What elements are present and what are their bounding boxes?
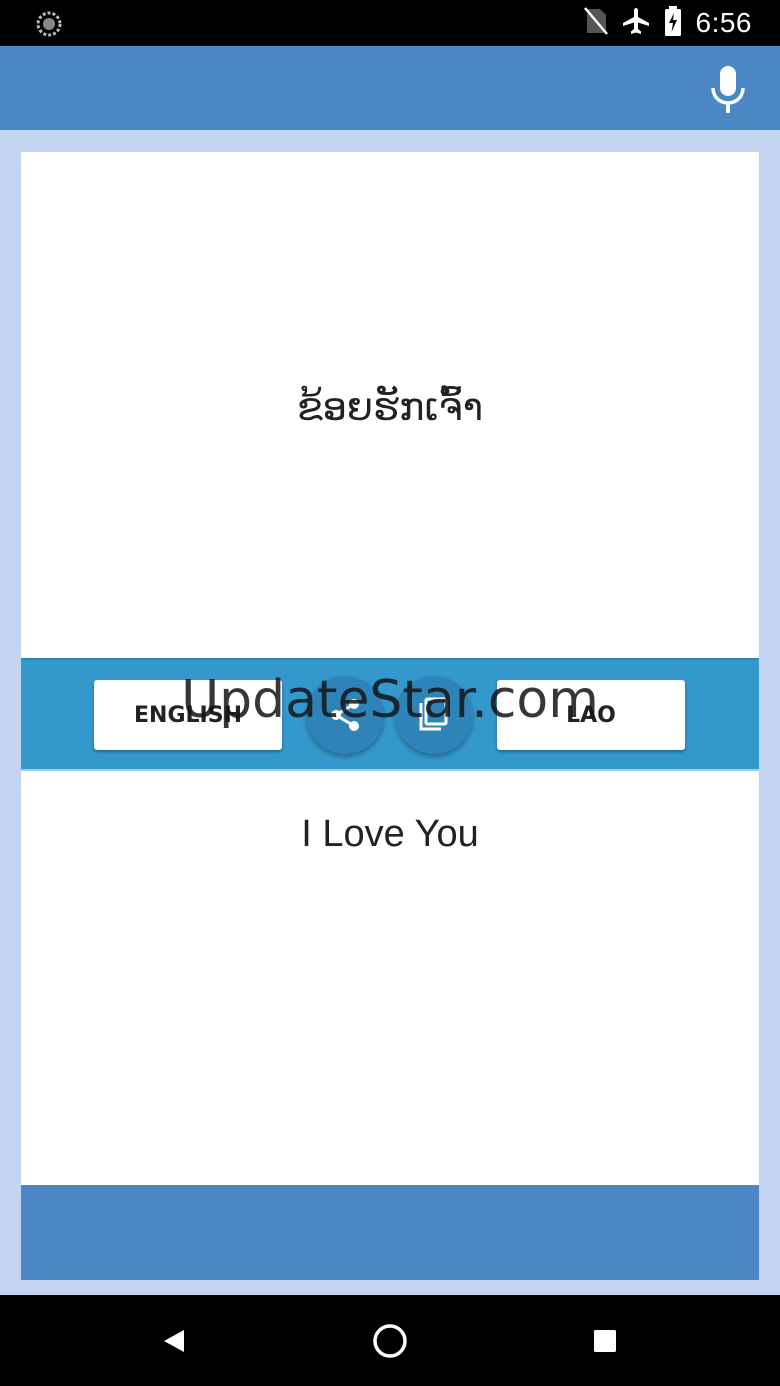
clock: 6:56 [695, 7, 752, 38]
status-icons: 6:56 [583, 6, 753, 40]
back-icon [164, 1330, 184, 1352]
navigation-bar [0, 1295, 780, 1386]
translator-content: ຂ້ອຍຮັກເຈົ້າ ENGLISH LAO UpdateStar.com … [0, 130, 780, 1295]
microphone-button[interactable] [704, 64, 752, 116]
target-text: I Love You [301, 813, 479, 855]
home-icon [373, 1324, 407, 1358]
battery-charging-icon [664, 6, 682, 40]
no-sim-icon [583, 7, 608, 39]
share-button[interactable] [306, 676, 384, 754]
lao-language-button[interactable]: LAO [497, 680, 685, 750]
english-language-button[interactable]: ENGLISH [94, 680, 282, 750]
share-icon [331, 699, 359, 731]
recent-apps-button[interactable] [581, 1317, 629, 1365]
language-control-bar: ENGLISH LAO [21, 658, 759, 771]
loading-spinner-icon [36, 11, 62, 37]
copy-button[interactable] [395, 676, 473, 754]
source-text-panel[interactable]: ຂ້ອຍຮັກເຈົ້າ [21, 152, 759, 658]
home-button[interactable] [366, 1317, 414, 1365]
target-text-panel[interactable]: I Love You [21, 771, 759, 1185]
app-screen: 6:56 ຂ້ອຍຮັກເຈົ້າ ENGLISH LAO UpdateStar… [0, 0, 780, 1386]
back-button[interactable] [150, 1317, 198, 1365]
copy-icon [419, 697, 448, 731]
airplane-mode-icon [622, 7, 650, 39]
recent-apps-icon [594, 1330, 616, 1352]
status-bar: 6:56 [0, 0, 780, 46]
source-text: ຂ້ອຍຮັກເຈົ້າ [296, 385, 484, 429]
bottom-banner [21, 1185, 759, 1280]
app-bar [0, 46, 780, 130]
microphone-icon [711, 66, 745, 113]
